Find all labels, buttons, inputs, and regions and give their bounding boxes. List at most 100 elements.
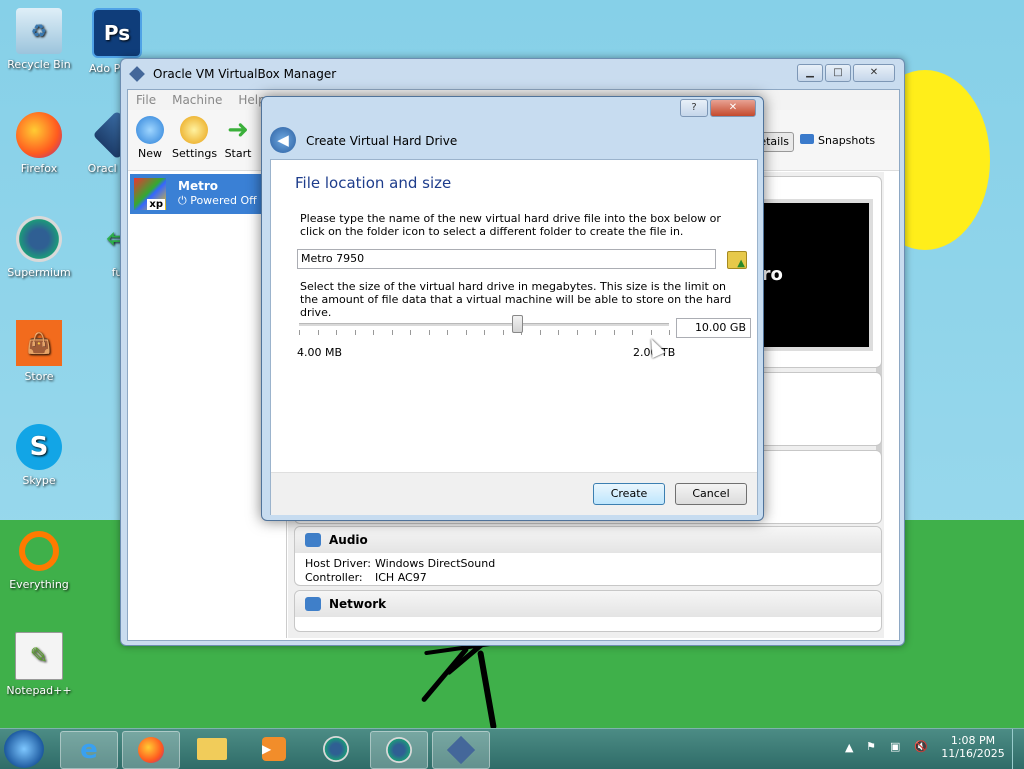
file-name-input[interactable]: Metro 7950	[297, 249, 716, 269]
slider-tick	[317, 330, 319, 335]
desktop-icon-label: Skype	[22, 474, 56, 487]
clock-time: 1:08 PM	[950, 734, 996, 747]
back-arrow-icon: ◀	[277, 131, 289, 149]
clock-date: 11/16/2025	[941, 747, 1005, 760]
host-driver-value: Windows DirectSound	[375, 557, 496, 570]
os-badge: xp	[147, 199, 165, 210]
audio-icon	[305, 533, 321, 547]
power-off-icon: ⏻	[178, 194, 191, 207]
start-label: Start	[224, 147, 252, 160]
desktop-icon-recycle-bin[interactable]: ♻ Recycle Bin	[2, 8, 76, 71]
new-button[interactable]: New	[128, 116, 172, 160]
vm-name: Metro	[178, 179, 218, 193]
desktop-icon-store[interactable]: 👜 Store	[2, 320, 76, 383]
taskbar-media-player[interactable]: ▶	[246, 731, 302, 767]
store-bag-icon: 👜	[16, 320, 62, 366]
menu-file[interactable]: File	[136, 93, 156, 107]
audio-controller: Controller: ICH AC97	[295, 571, 881, 585]
size-slider-ticks	[299, 330, 670, 336]
create-button[interactable]: Create	[593, 483, 665, 505]
snapshots-label: Snapshots	[818, 134, 876, 147]
slider-tick	[447, 330, 448, 335]
taskbar-ie[interactable]: e	[60, 731, 118, 769]
show-desktop-button[interactable]	[1012, 729, 1024, 769]
desktop-icon-label: Store	[24, 370, 54, 383]
settings-label: Settings	[172, 147, 218, 160]
folder-icon[interactable]: ▲	[727, 251, 747, 269]
desktop-icon-skype[interactable]: S Skype	[2, 424, 76, 487]
taskbar-explorer[interactable]	[184, 731, 240, 767]
supermium-icon	[16, 216, 62, 262]
minimize-button[interactable]: ▁	[797, 64, 823, 82]
slider-tick	[336, 330, 337, 335]
new-label: New	[138, 147, 162, 160]
window-title: Oracle VM VirtualBox Manager	[153, 67, 337, 81]
snapshots-tab[interactable]: Snapshots	[800, 132, 875, 150]
taskbar-supermium-2[interactable]	[370, 731, 428, 769]
desktop-icon-label: Supermium	[7, 266, 71, 279]
slider-tick	[299, 330, 300, 335]
maximize-button[interactable]: □	[825, 64, 851, 82]
network-header[interactable]: Network	[295, 591, 881, 617]
back-button[interactable]: ◀	[270, 127, 296, 153]
ie-icon: e	[80, 735, 98, 765]
create-virtual-hard-drive-dialog: ? ✕ ◀ Create Virtual Hard Drive File loc…	[261, 96, 764, 521]
taskbar-firefox[interactable]	[122, 731, 180, 769]
desktop-icon-supermium[interactable]: Supermium	[2, 216, 76, 279]
slider-tick	[410, 330, 411, 335]
media-player-icon: ▶	[262, 737, 286, 761]
size-input[interactable]: 10.00 GB	[676, 318, 751, 338]
supermium-icon	[386, 737, 412, 763]
wizard-page: File location and size Please type the n…	[270, 159, 758, 515]
close-icon: ✕	[728, 102, 738, 113]
start-orb-icon[interactable]	[4, 730, 44, 768]
desktop-icon-notepadpp[interactable]: ✎ Notepad++	[2, 632, 76, 697]
network-title: Network	[329, 597, 387, 611]
settings-gear-icon	[180, 116, 208, 144]
photoshop-icon: Ps	[92, 8, 142, 58]
settings-button[interactable]: Settings	[172, 116, 218, 160]
windows-xp-icon: xp	[134, 178, 166, 210]
slider-tick	[354, 330, 356, 335]
desktop-icon-everything[interactable]: Everything	[2, 528, 76, 591]
recycle-bin-icon: ♻	[16, 8, 62, 54]
controller-label: Controller:	[305, 571, 363, 584]
slider-tick	[391, 330, 393, 335]
slider-tick	[484, 330, 485, 335]
dialog-title: Create Virtual Hard Drive	[306, 134, 458, 148]
camera-icon	[800, 134, 814, 144]
vm-state: ⏻ Powered Off	[178, 194, 257, 208]
action-center-icon[interactable]: ⚑	[866, 740, 876, 753]
taskbar-supermium[interactable]	[308, 731, 364, 767]
network-icon	[305, 597, 321, 611]
menu-machine[interactable]: Machine	[172, 93, 222, 107]
firefox-icon	[138, 737, 164, 763]
taskbar-virtualbox[interactable]	[432, 731, 490, 769]
close-button[interactable]: ✕	[853, 64, 895, 82]
help-button[interactable]: ?	[680, 99, 708, 117]
size-description: Select the size of the virtual hard driv…	[300, 280, 732, 319]
size-slider-track[interactable]	[299, 323, 669, 326]
size-slider-thumb[interactable]	[512, 315, 524, 333]
show-hidden-icons-button[interactable]: ▲	[845, 741, 853, 754]
slider-tick	[650, 330, 652, 335]
vm-state-text: Powered Off	[190, 194, 257, 207]
volume-muted-icon[interactable]: 🔇	[914, 740, 928, 753]
slider-tick	[502, 330, 504, 335]
dialog-footer: Create Cancel	[271, 472, 757, 515]
start-button[interactable]: ➜ Start	[216, 116, 260, 160]
notepadpp-icon: ✎	[15, 632, 63, 680]
host-driver-label: Host Driver:	[305, 557, 371, 570]
audio-header[interactable]: Audio	[295, 527, 881, 553]
slider-tick	[465, 330, 467, 335]
folder-icon	[197, 738, 227, 760]
help-icon: ?	[691, 102, 697, 113]
desktop-icon-firefox[interactable]: Firefox	[2, 112, 76, 175]
network-icon[interactable]: ▣	[890, 740, 900, 753]
cancel-button[interactable]: Cancel	[675, 483, 747, 505]
clock[interactable]: 1:08 PM 11/16/2025	[940, 734, 1006, 760]
virtualbox-icon	[446, 735, 476, 765]
slider-tick	[669, 330, 670, 335]
window-titlebar[interactable]: Oracle VM VirtualBox Manager	[121, 59, 904, 89]
dialog-close-button[interactable]: ✕	[710, 99, 756, 117]
